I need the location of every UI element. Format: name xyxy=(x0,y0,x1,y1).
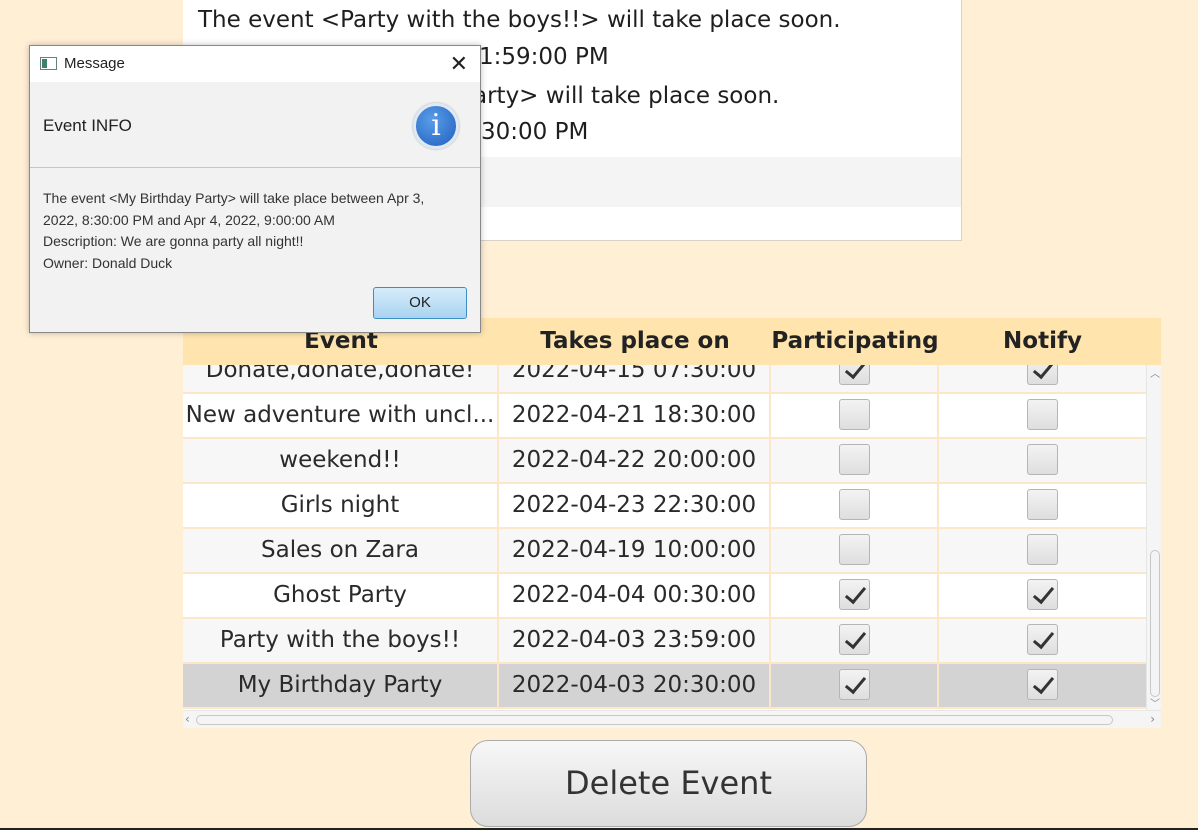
vertical-scrollbar[interactable]: ︿ ﹀ xyxy=(1146,365,1161,710)
delete-event-button[interactable]: Delete Event xyxy=(470,740,867,827)
table-row[interactable]: Ghost Party 2022-04-04 00:30:00 xyxy=(183,574,1146,619)
horizontal-scrollbar[interactable]: ‹ › xyxy=(183,710,1161,728)
vertical-scroll-thumb[interactable] xyxy=(1150,550,1160,697)
notify-cell xyxy=(939,619,1146,662)
participating-cell xyxy=(771,439,939,482)
event-date-cell: 2022-04-03 20:30:00 xyxy=(499,664,771,707)
ok-button[interactable]: OK xyxy=(373,287,467,319)
table-row[interactable]: weekend!! 2022-04-22 20:00:00 xyxy=(183,439,1146,484)
participating-cell xyxy=(771,394,939,437)
notify-checkbox[interactable] xyxy=(1027,399,1058,430)
event-date-cell: 2022-04-21 18:30:00 xyxy=(499,394,771,437)
notification-line: arty> will take place soon. xyxy=(473,83,780,109)
event-name-cell: My Birthday Party xyxy=(183,664,499,707)
event-name-cell: Party with the boys!! xyxy=(183,619,499,662)
event-date-cell: 2022-04-19 10:00:00 xyxy=(499,529,771,572)
table-row[interactable]: Girls night 2022-04-23 22:30:00 xyxy=(183,484,1146,529)
table-row[interactable]: Sales on Zara 2022-04-19 10:00:00 xyxy=(183,529,1146,574)
participating-cell xyxy=(771,484,939,527)
window-icon xyxy=(40,57,57,70)
participating-cell xyxy=(771,529,939,572)
notify-cell xyxy=(939,365,1146,392)
event-name-cell: weekend!! xyxy=(183,439,499,482)
dialog-header: Event INFO i xyxy=(30,82,480,168)
dialog-content-line: Owner: Donald Duck xyxy=(43,254,173,271)
participating-checkbox[interactable] xyxy=(838,534,870,565)
notify-checkbox[interactable] xyxy=(1027,444,1058,475)
table-row[interactable]: My Birthday Party 2022-04-03 20:30:00 xyxy=(183,664,1146,709)
notify-checkbox[interactable] xyxy=(1027,624,1058,655)
dialog-content-line: 2022, 8:30:00 PM and Apr 4, 2022, 9:00:0… xyxy=(43,211,335,228)
participating-checkbox[interactable] xyxy=(838,399,870,430)
notification-line: The event <Party with the boys!!> will t… xyxy=(198,7,841,33)
event-name-cell: New adventure with uncl... xyxy=(183,394,499,437)
notify-cell xyxy=(939,394,1146,437)
event-date-cell: 2022-04-22 20:00:00 xyxy=(499,439,771,482)
notify-checkbox[interactable] xyxy=(1027,669,1058,700)
column-header-notify[interactable]: Notify xyxy=(939,318,1146,365)
event-date-cell: 2022-04-03 23:59:00 xyxy=(499,619,771,662)
scroll-left-arrow-icon[interactable]: ‹ xyxy=(185,711,190,727)
participating-checkbox[interactable] xyxy=(838,365,870,385)
participating-checkbox[interactable] xyxy=(838,444,870,475)
event-name-cell: Sales on Zara xyxy=(183,529,499,572)
event-name-cell: Donate,donate,donate! xyxy=(183,365,499,392)
dialog-titlebar[interactable]: Message ✕ xyxy=(30,46,480,82)
notify-checkbox[interactable] xyxy=(1027,365,1058,385)
column-header-participating[interactable]: Participating xyxy=(771,318,939,365)
notify-cell xyxy=(939,439,1146,482)
participating-cell xyxy=(771,365,939,392)
dialog-title: Message xyxy=(64,55,125,72)
event-date-cell: 2022-04-15 07:30:00 xyxy=(499,365,771,392)
scroll-right-arrow-icon[interactable]: › xyxy=(1150,711,1155,727)
events-table[interactable]: Event Takes place on Participating Notif… xyxy=(183,318,1161,728)
table-row[interactable]: Donate,donate,donate! 2022-04-15 07:30:00 xyxy=(183,365,1146,394)
scroll-down-arrow-icon[interactable]: ﹀ xyxy=(1150,695,1160,710)
event-name-cell: Girls night xyxy=(183,484,499,527)
event-date-cell: 2022-04-04 00:30:00 xyxy=(499,574,771,617)
notify-checkbox[interactable] xyxy=(1027,579,1058,610)
notify-checkbox[interactable] xyxy=(1027,534,1058,565)
column-header-takes-place-on[interactable]: Takes place on xyxy=(499,318,771,365)
notification-line: 1:59:00 PM xyxy=(479,44,609,70)
message-dialog: Message ✕ Event INFO i The event <My Bir… xyxy=(29,45,481,333)
dialog-content-line: The event <My Birthday Party> will take … xyxy=(43,190,425,206)
participating-cell xyxy=(771,619,939,662)
dialog-content: The event <My Birthday Party> will take … xyxy=(43,188,468,274)
notify-checkbox[interactable] xyxy=(1027,489,1058,520)
horizontal-scroll-thumb[interactable] xyxy=(196,715,1113,725)
participating-checkbox[interactable] xyxy=(838,624,870,655)
notify-cell xyxy=(939,574,1146,617)
dialog-header-text: Event INFO xyxy=(43,116,132,135)
event-name-cell: Ghost Party xyxy=(183,574,499,617)
participating-checkbox[interactable] xyxy=(838,489,870,520)
notify-cell xyxy=(939,529,1146,572)
info-icon: i xyxy=(413,103,459,149)
participating-checkbox[interactable] xyxy=(838,579,870,610)
participating-cell xyxy=(771,574,939,617)
table-row[interactable]: Party with the boys!! 2022-04-03 23:59:00 xyxy=(183,619,1146,664)
event-date-cell: 2022-04-23 22:30:00 xyxy=(499,484,771,527)
notification-line: 30:00 PM xyxy=(481,119,589,145)
participating-checkbox[interactable] xyxy=(838,669,870,700)
table-row[interactable]: New adventure with uncl... 2022-04-21 18:… xyxy=(183,394,1146,439)
notify-cell xyxy=(939,664,1146,707)
participating-cell xyxy=(771,664,939,707)
close-icon[interactable]: ✕ xyxy=(450,46,468,82)
notify-cell xyxy=(939,484,1146,527)
table-body: Donate,donate,donate! 2022-04-15 07:30:00… xyxy=(183,365,1146,710)
scroll-up-arrow-icon[interactable]: ︿ xyxy=(1150,365,1160,380)
dialog-content-line: Description: We are gonna party all nigh… xyxy=(43,233,304,249)
